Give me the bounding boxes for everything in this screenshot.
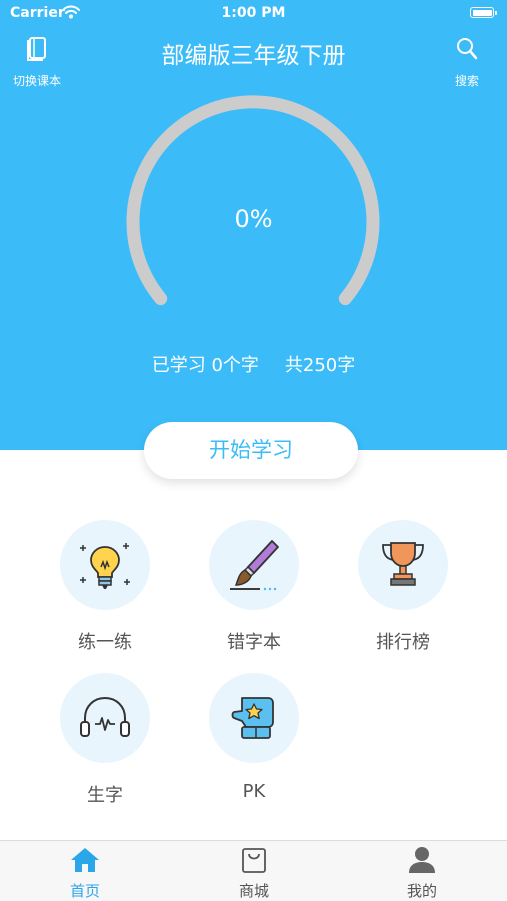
trophy-icon xyxy=(382,542,424,586)
feature-pk-bg xyxy=(209,673,299,763)
start-learning-button[interactable]: 开始学习 xyxy=(144,422,358,479)
learned-count: 已学习 0个字 xyxy=(151,355,259,376)
tab-mall[interactable]: 商城 xyxy=(204,846,304,901)
feature-leaderboard-label: 排行榜 xyxy=(376,632,430,653)
lightbulb-icon xyxy=(80,543,130,589)
feature-new-characters[interactable]: 生字 xyxy=(45,673,165,807)
tab-bar: 首页 商城 我的 xyxy=(0,840,507,901)
tab-mall-label: 商城 xyxy=(238,882,269,900)
feature-pk-label: PK xyxy=(242,781,266,802)
tab-home-label: 首页 xyxy=(69,882,100,900)
feature-new-characters-label: 生字 xyxy=(87,785,123,806)
feature-new-characters-bg xyxy=(60,673,150,763)
home-icon xyxy=(71,848,99,872)
feature-practice-bg xyxy=(60,520,150,610)
gauge-track xyxy=(126,95,380,306)
paintbrush-icon xyxy=(230,540,279,591)
total-count: 共250字 xyxy=(284,355,356,376)
feature-practice-label: 练一练 xyxy=(78,632,132,653)
feature-leaderboard-bg xyxy=(358,520,448,610)
shopping-bag-icon xyxy=(242,848,266,873)
feature-pk[interactable]: PK xyxy=(194,673,314,802)
feature-mistake-book-label: 错字本 xyxy=(227,632,281,653)
feature-leaderboard[interactable]: 排行榜 xyxy=(343,520,463,654)
tab-profile-label: 我的 xyxy=(406,882,437,900)
feature-practice[interactable]: 练一练 xyxy=(45,520,165,654)
feature-mistake-book[interactable]: 错字本 xyxy=(194,520,314,654)
learning-stats: 已学习 0个字 共250字 xyxy=(0,351,507,377)
progress-gauge xyxy=(126,95,380,306)
progress-percent: 0% xyxy=(234,205,273,233)
feature-mistake-book-bg xyxy=(209,520,299,610)
tab-home[interactable]: 首页 xyxy=(35,846,135,901)
tab-profile[interactable]: 我的 xyxy=(372,846,472,901)
headphones-icon xyxy=(80,696,130,737)
boxing-glove-icon xyxy=(231,697,274,739)
user-icon xyxy=(409,847,435,873)
